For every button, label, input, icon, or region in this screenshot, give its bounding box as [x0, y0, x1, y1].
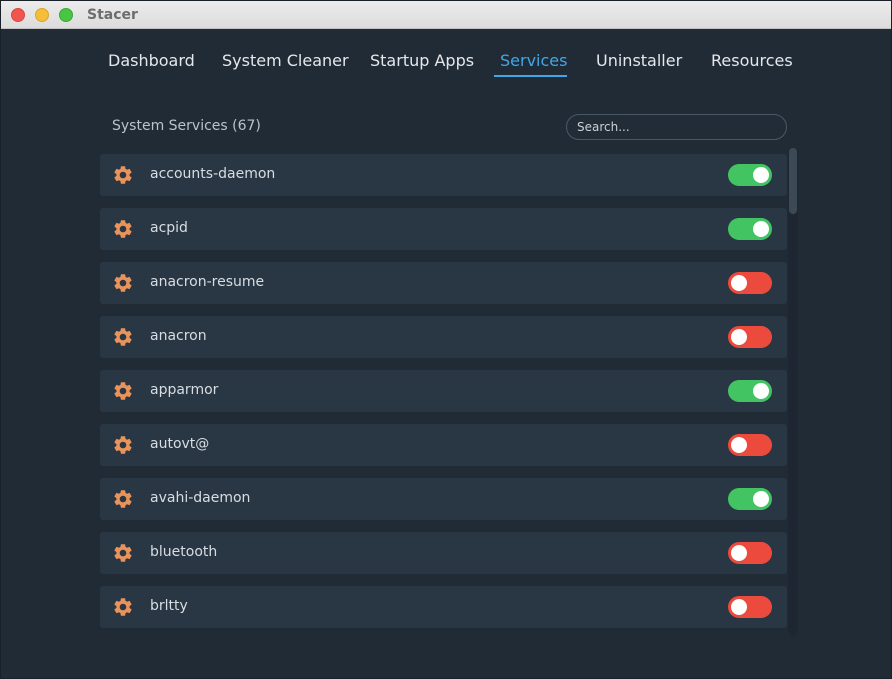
scrollbar-thumb[interactable]: [789, 148, 797, 214]
service-toggle[interactable]: [728, 218, 772, 240]
gear-icon: [114, 328, 132, 346]
toggle-knob: [753, 221, 769, 237]
service-toggle[interactable]: [728, 434, 772, 456]
service-toggle[interactable]: [728, 380, 772, 402]
service-name: avahi-daemon: [150, 490, 251, 506]
toggle-knob: [753, 491, 769, 507]
tab-startup-apps[interactable]: Startup Apps: [370, 51, 474, 70]
service-row: apparmor: [100, 370, 787, 412]
minimize-window-button[interactable]: [35, 8, 49, 22]
service-name: brltty: [150, 598, 188, 614]
service-row: brltty: [100, 586, 787, 628]
toggle-knob: [753, 383, 769, 399]
toggle-knob: [731, 329, 747, 345]
app-window: Stacer Dashboard System Cleaner Startup …: [0, 0, 892, 679]
service-row: anacron-resume: [100, 262, 787, 304]
tab-services[interactable]: Services: [500, 51, 567, 70]
services-count-label: System Services (67): [112, 118, 261, 134]
gear-icon: [114, 490, 132, 508]
service-row: acpid: [100, 208, 787, 250]
gear-icon: [114, 598, 132, 616]
search-input[interactable]: [566, 114, 787, 140]
service-name: autovt@: [150, 436, 210, 452]
toggle-knob: [731, 599, 747, 615]
gear-icon: [114, 274, 132, 292]
service-row: accounts-daemon: [100, 154, 787, 196]
gear-icon: [114, 166, 132, 184]
service-row: anacron: [100, 316, 787, 358]
active-tab-indicator: [494, 75, 567, 77]
service-name: apparmor: [150, 382, 219, 398]
toggle-knob: [731, 275, 747, 291]
service-toggle[interactable]: [728, 272, 772, 294]
service-row: avahi-daemon: [100, 478, 787, 520]
service-toggle[interactable]: [728, 596, 772, 618]
toggle-knob: [731, 545, 747, 561]
main-tabs: Dashboard System Cleaner Startup Apps Se…: [1, 51, 891, 81]
service-row: autovt@: [100, 424, 787, 466]
service-name: bluetooth: [150, 544, 218, 560]
service-name: acpid: [150, 220, 188, 236]
service-toggle[interactable]: [728, 488, 772, 510]
title-bar: Stacer: [1, 1, 891, 29]
toggle-knob: [731, 437, 747, 453]
tab-resources[interactable]: Resources: [711, 51, 793, 70]
window-title: Stacer: [87, 7, 138, 23]
service-toggle[interactable]: [728, 326, 772, 348]
gear-icon: [114, 382, 132, 400]
service-row: bluetooth: [100, 532, 787, 574]
tab-dashboard[interactable]: Dashboard: [108, 51, 195, 70]
close-window-button[interactable]: [11, 8, 25, 22]
maximize-window-button[interactable]: [59, 8, 73, 22]
tab-system-cleaner[interactable]: System Cleaner: [222, 51, 349, 70]
services-list: accounts-daemon acpid anacron-resume anacro…: [100, 154, 787, 634]
gear-icon: [114, 436, 132, 454]
toggle-knob: [753, 167, 769, 183]
service-name: accounts-daemon: [150, 166, 276, 182]
list-scrollbar[interactable]: [788, 148, 798, 636]
service-name: anacron-resume: [150, 274, 265, 290]
service-toggle[interactable]: [728, 542, 772, 564]
gear-icon: [114, 220, 132, 238]
gear-icon: [114, 544, 132, 562]
tab-uninstaller[interactable]: Uninstaller: [596, 51, 682, 70]
service-name: anacron: [150, 328, 207, 344]
service-toggle[interactable]: [728, 164, 772, 186]
